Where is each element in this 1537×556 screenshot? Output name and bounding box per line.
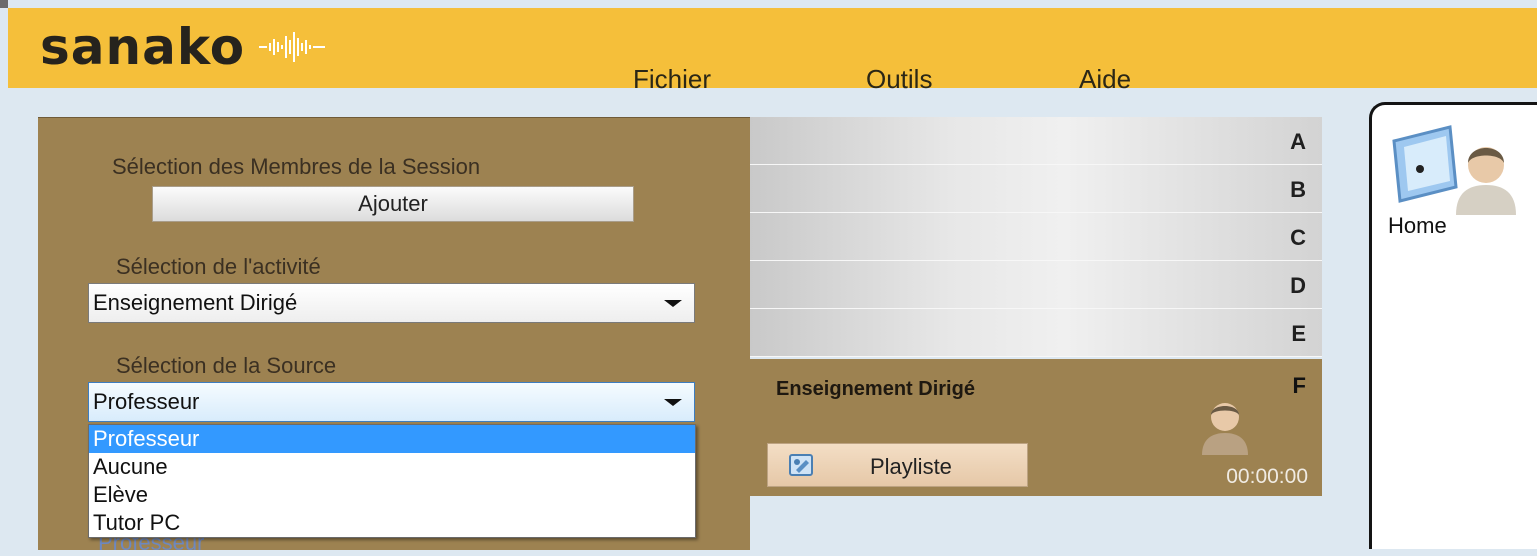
sanako-logo: sanako [40,21,329,73]
group-letter: F [1292,373,1306,398]
header-bar: sanako Fichier Outils Aide [8,8,1537,94]
source-selection-label: Sélection de la Source [116,353,337,378]
group-letter: A [1290,129,1306,154]
teacher-icon [1202,403,1248,455]
source-option-eleve[interactable]: Elève [89,481,695,509]
activity-selection-label: Sélection de l'activité [116,254,321,279]
members-selection-label: Sélection des Membres de la Session [112,154,481,179]
home-panel: Home [1369,102,1537,549]
session-timer: 00:00:00 [1226,465,1308,488]
chevron-down-icon [664,399,682,406]
source-dropdown[interactable]: Professeur [88,382,695,422]
source-option-aucune[interactable]: Aucune [89,453,695,481]
home-label: Home [1388,213,1447,238]
logo-text: sanako [40,18,246,76]
group-tab-d[interactable]: D [750,261,1322,309]
activity-dropdown[interactable]: Enseignement Dirigé [88,283,695,323]
group-tab-b[interactable]: B [750,165,1322,213]
group-letter: C [1290,225,1306,250]
source-dropdown-value: Professeur [93,389,200,414]
group-tab-c[interactable]: C [750,213,1322,261]
playlist-icon [789,454,813,476]
playlist-label: Playliste [870,454,952,479]
group-activity-title: Enseignement Dirigé [776,378,975,400]
sound-wave-icon [259,32,326,62]
group-tab-f-active[interactable]: Enseignement Dirigé F Playliste 00:00:00 [750,359,1322,496]
group-tabs: A B C D E [750,117,1322,359]
source-option-professeur[interactable]: Professeur [89,425,695,453]
menu-aide[interactable]: Aide [1079,64,1131,95]
home-icon[interactable] [1390,123,1520,215]
group-letter: E [1291,321,1306,346]
menu-outils[interactable]: Outils [866,64,932,95]
playlist-button[interactable]: Playliste [767,443,1028,487]
group-tab-a[interactable]: A [750,117,1322,165]
add-members-button[interactable]: Ajouter [152,186,634,222]
activity-dropdown-value: Enseignement Dirigé [93,290,298,315]
source-option-tutor-pc[interactable]: Tutor PC [89,509,695,537]
group-letter: D [1290,273,1306,298]
window-corner-mark [0,0,8,8]
menu-fichier[interactable]: Fichier [633,64,711,95]
group-letter: B [1290,177,1306,202]
group-tab-e[interactable]: E [750,309,1322,357]
chevron-down-icon [664,300,682,307]
source-dropdown-list: Professeur Aucune Elève Tutor PC [88,424,696,538]
